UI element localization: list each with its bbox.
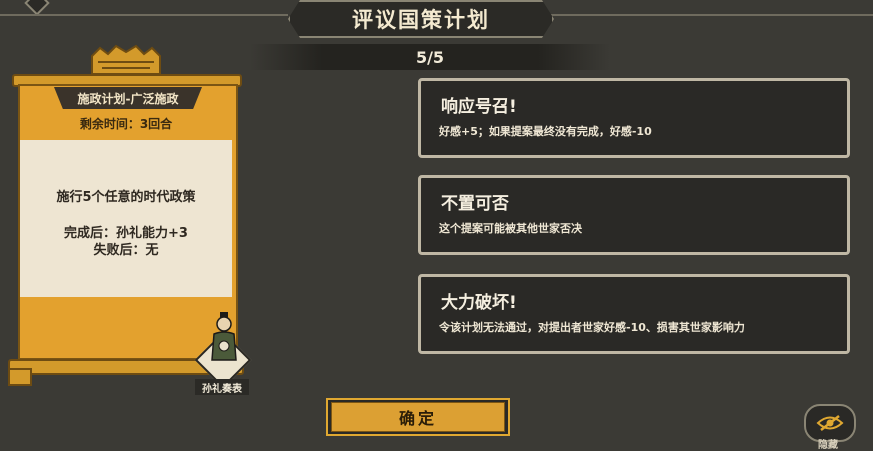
plan-header-text: 施政计划-广泛施政 bbox=[77, 91, 179, 106]
plan-counter: 5/5 bbox=[415, 47, 445, 67]
plan-goal: 施行5个任意的时代政策 bbox=[56, 190, 196, 205]
option-respond[interactable]: 响应号召! 好感+5；如果提案最终没有完成，好感-10 bbox=[418, 78, 850, 158]
option-title: 不置可否 bbox=[441, 194, 509, 214]
option-neutral[interactable]: 不置可否 这个提案可能被其他世家否决 bbox=[418, 175, 850, 255]
option-sabotage[interactable]: 大力破坏! 令该计划无法通过，对提出者世家好感-10、损害其世家影响力 bbox=[418, 274, 850, 354]
page-title: 评议国策计划 bbox=[352, 8, 490, 32]
plan-fail: 失败后：无 bbox=[93, 243, 159, 258]
option-title: 响应号召! bbox=[441, 97, 517, 117]
hide-label: 隐藏 bbox=[818, 440, 838, 451]
confirm-button[interactable]: 确定 bbox=[326, 398, 510, 436]
plan-header: 施政计划-广泛施政 bbox=[54, 87, 202, 109]
title-banner: 评议国策计划 bbox=[288, 0, 554, 38]
top-divider-right bbox=[550, 14, 873, 16]
top-divider-left bbox=[0, 14, 288, 16]
confirm-label: 确定 bbox=[398, 409, 437, 428]
remaining-time: 剩余时间：3回合 bbox=[79, 117, 173, 131]
confirm-button-face: 确定 bbox=[331, 402, 505, 432]
crest-icon bbox=[91, 44, 161, 74]
option-desc: 令该计划无法通过，对提出者世家好感-10、损害其世家影响力 bbox=[439, 321, 745, 334]
character-portrait bbox=[211, 312, 237, 361]
option-title: 大力破坏! bbox=[441, 293, 517, 313]
scroll-tail bbox=[8, 368, 32, 386]
character-name: 孙礼奏表 bbox=[195, 379, 249, 395]
option-desc: 好感+5；如果提案最终没有完成，好感-10 bbox=[439, 125, 652, 138]
counter-bar: 5/5 bbox=[250, 44, 610, 70]
option-desc: 这个提案可能被其他世家否决 bbox=[439, 222, 582, 235]
plan-paper: 施行5个任意的时代政策 完成后：孙礼能力+3 失败后：无 bbox=[20, 140, 232, 297]
eye-slash-icon bbox=[816, 415, 844, 431]
